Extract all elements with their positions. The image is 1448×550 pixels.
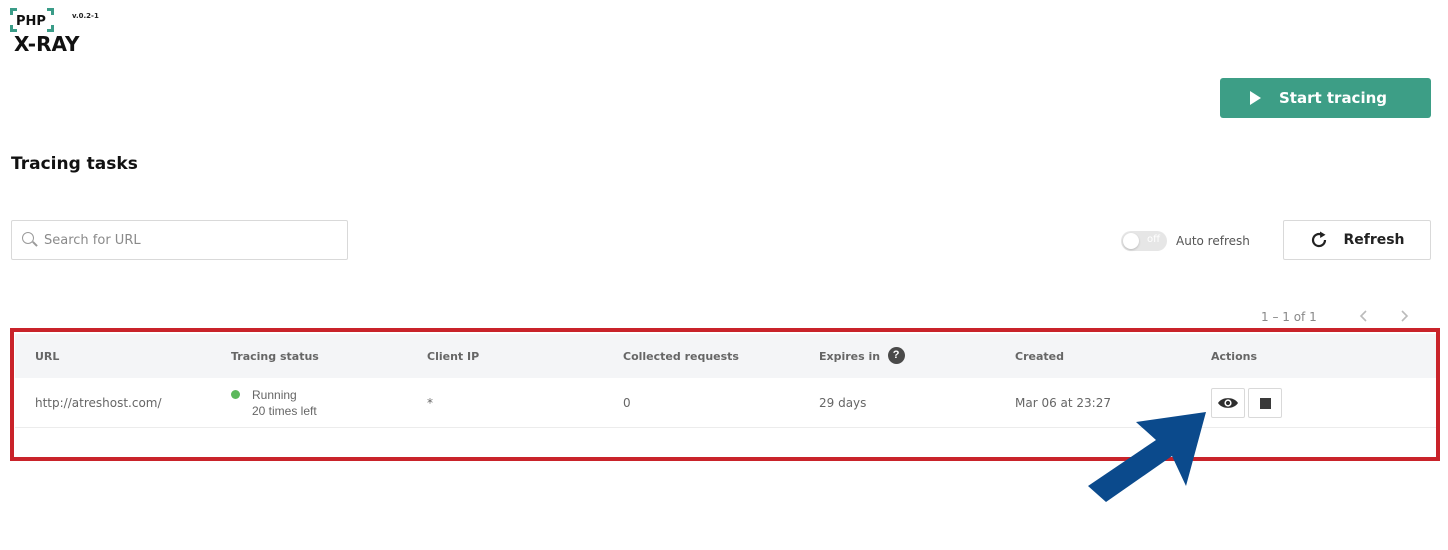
php-logo-frame: PHP (10, 8, 54, 32)
logo-xray-text: X-RAY (14, 32, 80, 56)
search-icon (22, 232, 38, 248)
app-version: v.0.2-1 (72, 12, 99, 20)
start-tracing-button[interactable]: Start tracing (1220, 78, 1431, 118)
refresh-icon (1312, 231, 1327, 248)
search-box (11, 220, 348, 260)
chevron-right-icon[interactable] (1397, 308, 1411, 324)
toggle-knob (1123, 233, 1139, 249)
pagination-range: 1 – 1 of 1 (1261, 310, 1317, 324)
search-input[interactable] (44, 232, 324, 248)
auto-refresh-label: Auto refresh (1176, 234, 1250, 248)
logo-php-text: PHP (16, 14, 46, 29)
auto-refresh-toggle[interactable]: off (1121, 231, 1167, 251)
highlight-box (10, 328, 1440, 461)
play-icon (1249, 91, 1261, 105)
refresh-label: Refresh (1343, 232, 1405, 248)
page-title: Tracing tasks (11, 154, 138, 174)
refresh-button[interactable]: Refresh (1283, 220, 1431, 260)
toggle-state-label: off (1146, 234, 1160, 245)
app-logo: PHP v.0.2-1 X-RAY (10, 6, 110, 56)
annotation-arrow-icon (1088, 412, 1206, 502)
start-tracing-label: Start tracing (1278, 89, 1388, 107)
chevron-left-icon[interactable] (1357, 308, 1371, 324)
